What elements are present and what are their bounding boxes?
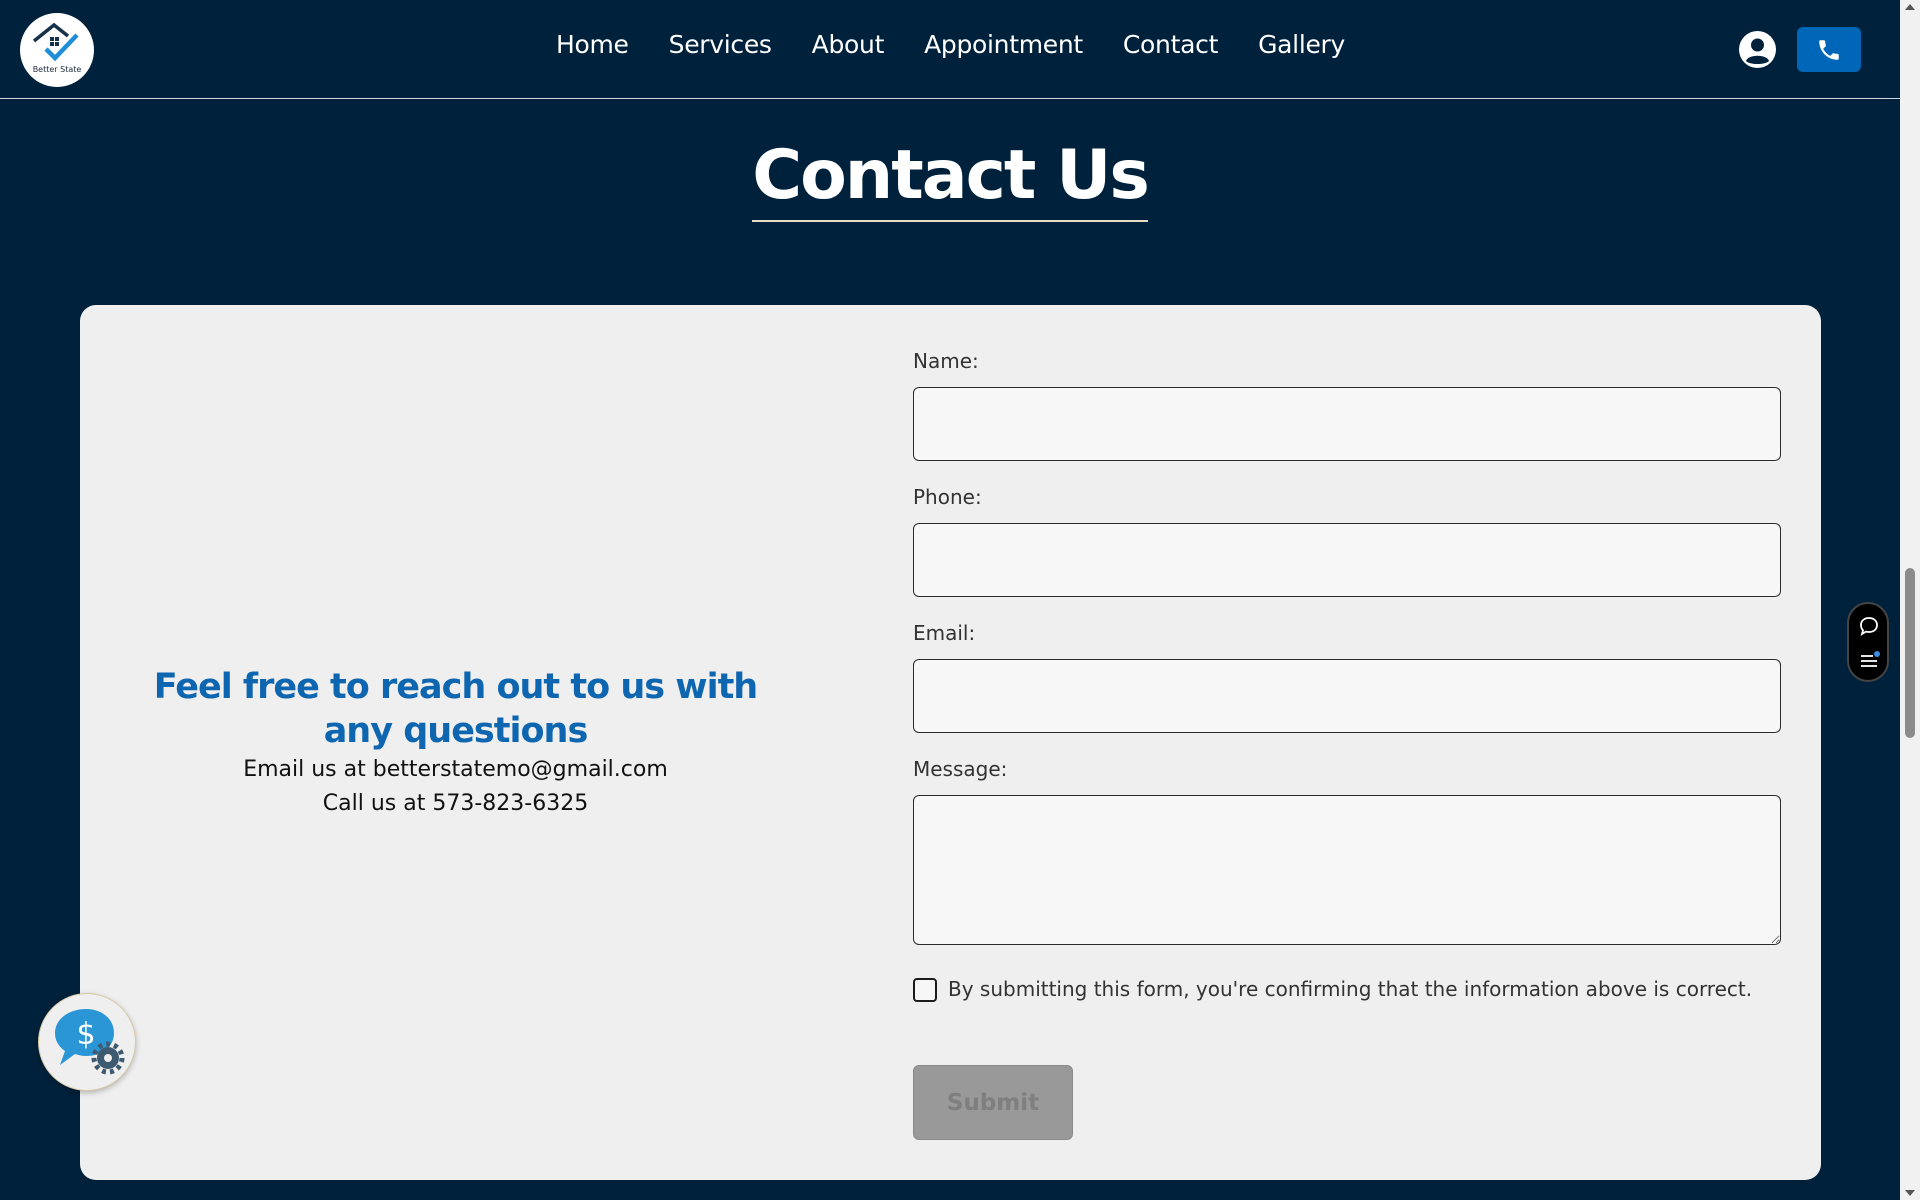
- menu-notification-icon[interactable]: [1857, 648, 1881, 672]
- nav-home[interactable]: Home: [556, 30, 629, 59]
- house-check-logo-icon: [32, 22, 79, 62]
- message-field[interactable]: [913, 795, 1781, 945]
- main-nav: Home Services About Appointment Contact …: [556, 30, 1345, 59]
- nav-services[interactable]: Services: [669, 30, 772, 59]
- chat-bubble-icon[interactable]: [1857, 614, 1881, 638]
- call-button[interactable]: [1797, 27, 1861, 72]
- name-field[interactable]: [913, 387, 1781, 461]
- phone-icon: [1819, 39, 1839, 60]
- page-scrollbar[interactable]: [1900, 0, 1920, 1200]
- consent-checkbox[interactable]: [913, 978, 937, 1002]
- scroll-thumb[interactable]: [1905, 568, 1915, 738]
- nav-about[interactable]: About: [812, 30, 885, 59]
- nav-gallery[interactable]: Gallery: [1258, 30, 1345, 59]
- phone-field[interactable]: [913, 523, 1781, 597]
- email-line: Email us at betterstatemo@gmail.com: [243, 756, 668, 782]
- svg-text:$: $: [76, 1017, 95, 1052]
- page-title: Contact Us: [0, 136, 1900, 222]
- pricing-chat-widget[interactable]: $: [38, 993, 136, 1091]
- logo-text: Better State: [32, 65, 82, 74]
- reach-out-heading: Feel free to reach out to us with any qu…: [153, 666, 758, 751]
- scroll-down-arrow-icon[interactable]: [1905, 1190, 1915, 1196]
- consent-text: By submitting this form, you're confirmi…: [948, 977, 1753, 1001]
- navbar: Better State Home Services About Appoint…: [0, 0, 1900, 99]
- user-circle-icon[interactable]: [1739, 31, 1776, 68]
- phone-line: Call us at 573-823-6325: [322, 790, 589, 816]
- contact-card: Feel free to reach out to us with any qu…: [80, 305, 1821, 1180]
- side-toolbar: [1847, 602, 1889, 682]
- submit-button[interactable]: Submit: [913, 1065, 1073, 1140]
- name-label: Name:: [913, 349, 979, 373]
- logo[interactable]: Better State: [20, 13, 94, 87]
- message-label: Message:: [913, 757, 1008, 781]
- dollar-chat-gear-icon: $: [55, 1009, 125, 1075]
- page-title-text: Contact Us: [752, 136, 1150, 222]
- nav-contact[interactable]: Contact: [1123, 30, 1218, 59]
- nav-appointment[interactable]: Appointment: [924, 30, 1083, 59]
- contact-info: Feel free to reach out to us with any qu…: [80, 305, 831, 1180]
- phone-label: Phone:: [913, 485, 982, 509]
- email-field[interactable]: [913, 659, 1781, 733]
- scroll-up-arrow-icon[interactable]: [1905, 4, 1915, 10]
- email-label: Email:: [913, 621, 976, 645]
